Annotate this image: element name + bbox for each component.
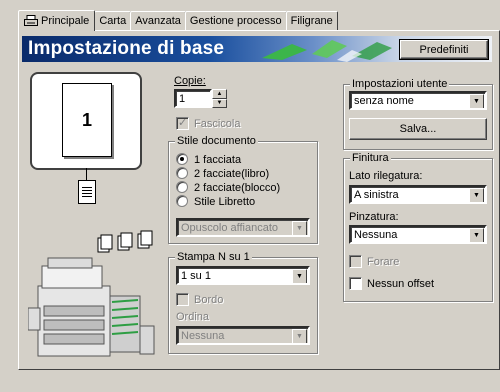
tab-strip: Principale Carta Avanzata Gestione proce…: [18, 9, 338, 31]
page-number: 1: [81, 109, 92, 130]
copies-label: Copie:: [174, 75, 206, 87]
binding-select[interactable]: A sinistra ▼: [349, 185, 487, 204]
collate-checkbox[interactable]: [176, 116, 189, 130]
radio-1-facciata[interactable]: [176, 153, 188, 165]
group-label: Finitura: [350, 152, 391, 164]
group-label: Stile documento: [175, 135, 258, 147]
tab-label: Principale: [41, 15, 90, 27]
chevron-down-icon[interactable]: ▼: [469, 188, 484, 202]
tab-label: Avanzata: [135, 15, 181, 27]
spin-down-icon[interactable]: ▼: [212, 98, 227, 108]
document-icon: [78, 180, 96, 204]
staple-select[interactable]: Nessuna ▼: [349, 225, 487, 244]
radio-label: 2 facciate(blocco): [194, 182, 281, 194]
punch-checkbox[interactable]: [349, 255, 362, 268]
chevron-down-icon[interactable]: ▼: [469, 94, 484, 108]
tab-avanzata[interactable]: Avanzata: [130, 11, 186, 30]
tab-label: Filigrane: [290, 15, 333, 27]
printer-device-icon: [28, 257, 155, 357]
radio-label: 2 facciate(libro): [194, 168, 270, 180]
tab-gestione-processo[interactable]: Gestione processo: [184, 11, 287, 30]
select-value: senza nome: [354, 94, 414, 107]
banner-decoration-graphic: [262, 40, 392, 62]
banner-title: Impostazione di base: [28, 38, 225, 59]
collate-label: Fascicola: [194, 118, 241, 130]
copies-input[interactable]: 1: [174, 89, 212, 108]
order-select[interactable]: Nessuna ▼: [176, 326, 310, 345]
copies-value: 1: [179, 92, 186, 105]
select-value: 1 su 1: [181, 269, 211, 282]
spin-up-icon[interactable]: ▲: [212, 89, 227, 99]
radio-label: Stile Libretto: [194, 196, 256, 208]
connector-line: [86, 168, 87, 180]
group-label: Impostazioni utente: [350, 78, 450, 90]
order-label: Ordina: [176, 311, 210, 323]
radio-2-facciate-libro[interactable]: [176, 167, 188, 179]
tab-label: Gestione processo: [189, 15, 282, 27]
radio-2-facciate-blocco[interactable]: [176, 181, 188, 193]
no-offset-label: Nessun offset: [367, 278, 435, 290]
chevron-down-icon[interactable]: ▼: [292, 329, 307, 343]
radio-stile-libretto[interactable]: [176, 195, 188, 207]
page-preview: 1: [62, 83, 112, 157]
select-value: A sinistra: [354, 188, 399, 201]
tab-label: Carta: [99, 15, 127, 27]
save-button[interactable]: Salva...: [349, 118, 487, 140]
button-label: Predefiniti: [419, 43, 469, 56]
n-up-select[interactable]: 1 su 1 ▼: [176, 266, 310, 285]
staple-label: Pinzatura:: [349, 211, 399, 223]
button-label: Salva...: [399, 123, 437, 135]
radio-label: 1 facciata: [194, 154, 242, 166]
select-value: Opuscolo affiancato: [181, 221, 279, 234]
select-value: Nessuna: [181, 329, 225, 342]
user-settings-select[interactable]: senza nome ▼: [349, 91, 487, 110]
select-value: Nessuna: [354, 228, 398, 241]
border-label: Bordo: [194, 294, 224, 306]
punch-label: Forare: [367, 256, 400, 268]
chevron-down-icon[interactable]: ▼: [292, 221, 307, 235]
copies-label-text: Copie:: [174, 75, 206, 87]
tab-carta[interactable]: Carta: [94, 11, 132, 30]
tab-principale[interactable]: Principale: [18, 10, 96, 31]
no-offset-checkbox[interactable]: [349, 277, 362, 290]
page-preview-frame: 1: [30, 72, 142, 170]
border-checkbox[interactable]: [176, 293, 189, 306]
printer-icon: [24, 15, 38, 26]
binding-label: Lato rilegatura:: [349, 170, 423, 182]
tab-filigrane[interactable]: Filigrane: [285, 11, 338, 30]
copies-spinner[interactable]: ▲ ▼: [212, 89, 227, 108]
chevron-down-icon[interactable]: ▼: [469, 228, 484, 242]
booklet-style-select[interactable]: Opuscolo affiancato ▼: [176, 218, 310, 237]
output-documents-icon: [97, 230, 153, 253]
chevron-down-icon[interactable]: ▼: [292, 269, 307, 283]
defaults-button[interactable]: Predefiniti: [399, 39, 489, 60]
group-label: Stampa N su 1: [175, 251, 252, 263]
